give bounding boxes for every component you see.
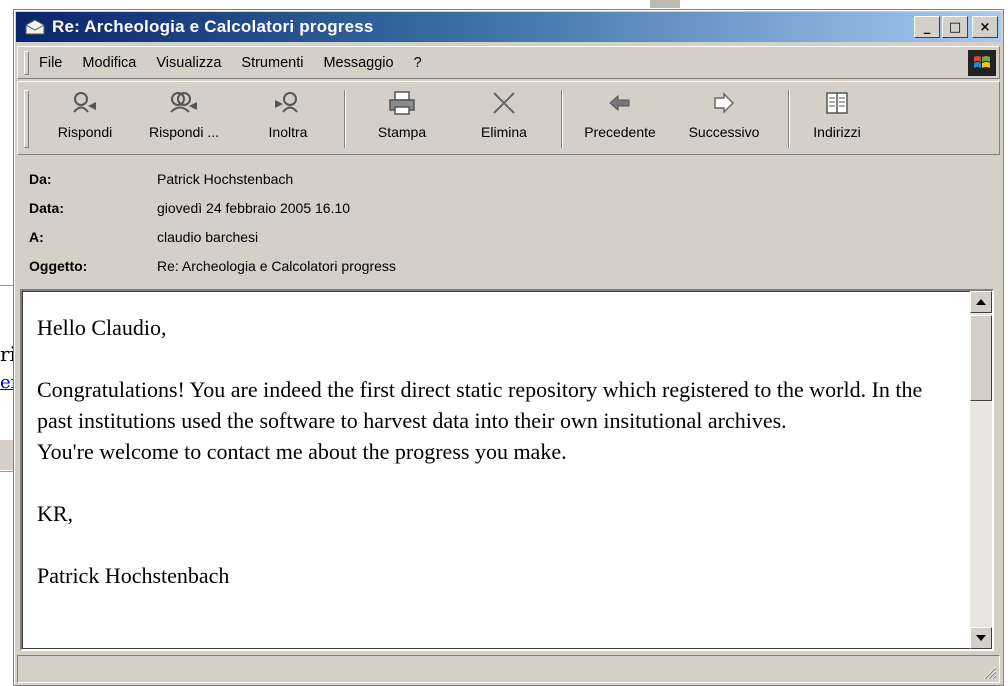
address-book-button[interactable]: Indirizzi [800, 88, 874, 150]
menu-bar: File Modifica Visualizza Strumenti Messa… [17, 46, 1000, 79]
envelope-icon [24, 18, 46, 36]
reply-button[interactable]: Rispondi [46, 88, 124, 150]
scroll-down-button[interactable] [970, 627, 992, 649]
menu-grip-handle[interactable] [24, 50, 29, 75]
forward-icon [273, 88, 303, 118]
subject-label: Oggetto: [29, 258, 88, 274]
toolbar: Rispondi Rispondi ... Inoltra Stampa Eli… [17, 81, 1000, 155]
print-button[interactable]: Stampa [358, 88, 446, 150]
menu-strumenti[interactable]: Strumenti [241, 55, 303, 71]
minimize-icon: _ [923, 19, 931, 35]
menu-help[interactable]: ? [414, 55, 422, 71]
next-button[interactable]: Successivo [674, 88, 774, 150]
message-body[interactable]: Hello Claudio, Congratulations! You are … [22, 291, 970, 649]
delete-button[interactable]: Elimina [464, 88, 544, 150]
to-label: A: [29, 229, 44, 245]
to-value: claudio barchesi [157, 229, 259, 245]
scrollbar-thumb[interactable] [970, 315, 992, 401]
minimize-button[interactable]: _ [914, 16, 940, 38]
message-closing: KR, [37, 501, 74, 526]
previous-button[interactable]: Precedente [570, 88, 670, 150]
address-book-label: Indirizzi [813, 124, 861, 140]
forward-button[interactable]: Inoltra [248, 88, 328, 150]
background-window-edge [650, 0, 680, 8]
from-label: Da: [29, 171, 52, 187]
delete-icon [491, 88, 517, 118]
message-body-pane[interactable]: Hello Claudio, Congratulations! You are … [20, 289, 994, 651]
scroll-up-button[interactable] [970, 291, 992, 313]
print-icon [387, 88, 417, 118]
previous-label: Precedente [584, 124, 656, 140]
delete-label: Elimina [481, 124, 527, 140]
reply-all-label: Rispondi ... [148, 124, 220, 140]
arrow-up-icon [976, 299, 986, 305]
status-bar [17, 655, 1000, 683]
message-headers: Da: Patrick Hochstenbach Data: giovedì 2… [29, 163, 993, 283]
previous-icon [607, 88, 633, 118]
arrow-down-icon [976, 635, 986, 641]
vertical-scrollbar[interactable] [970, 291, 992, 649]
message-window: Re: Archeologia e Calcolatori progress _… [13, 9, 1004, 686]
from-value: Patrick Hochstenbach [157, 171, 294, 187]
message-signature: Patrick Hochstenbach [37, 563, 230, 588]
address-book-icon [823, 88, 851, 118]
message-text: Hello Claudio, Congratulations! You are … [37, 312, 952, 591]
close-icon: × [979, 19, 991, 35]
message-greeting: Hello Claudio, [37, 315, 167, 340]
toolbar-separator [344, 90, 346, 148]
subject-value: Re: Archeologia e Calcolatori progress [157, 258, 396, 274]
toolbar-separator [561, 90, 563, 148]
menu-messaggio[interactable]: Messaggio [323, 55, 393, 71]
menu-visualizza[interactable]: Visualizza [156, 55, 221, 71]
reply-icon [70, 88, 100, 118]
maximize-icon: □ [948, 19, 962, 35]
message-paragraph: You're welcome to contact me about the p… [37, 439, 567, 464]
title-bar[interactable]: Re: Archeologia e Calcolatori progress _… [16, 12, 1001, 42]
date-value: giovedì 24 febbraio 2005 16.10 [157, 200, 351, 216]
reply-all-icon [168, 88, 200, 118]
windows-logo-icon [968, 50, 996, 76]
forward-label: Inoltra [268, 124, 308, 140]
reply-label: Rispondi [57, 124, 113, 140]
menu-modifica[interactable]: Modifica [82, 55, 136, 71]
resize-grip-icon[interactable] [981, 664, 997, 680]
maximize-button[interactable]: □ [942, 16, 968, 38]
close-button[interactable]: × [972, 16, 998, 38]
toolbar-grip-handle[interactable] [24, 90, 29, 148]
next-label: Successivo [688, 124, 760, 140]
toolbar-separator [788, 90, 790, 148]
print-label: Stampa [377, 124, 427, 140]
date-label: Data: [29, 200, 65, 216]
background-bar [0, 440, 14, 470]
next-icon [711, 88, 737, 118]
window-title: Re: Archeologia e Calcolatori progress [52, 17, 374, 36]
menu-file[interactable]: File [39, 55, 62, 71]
message-paragraph: Congratulations! You are indeed the firs… [37, 377, 923, 433]
reply-all-button[interactable]: Rispondi ... [136, 88, 232, 150]
